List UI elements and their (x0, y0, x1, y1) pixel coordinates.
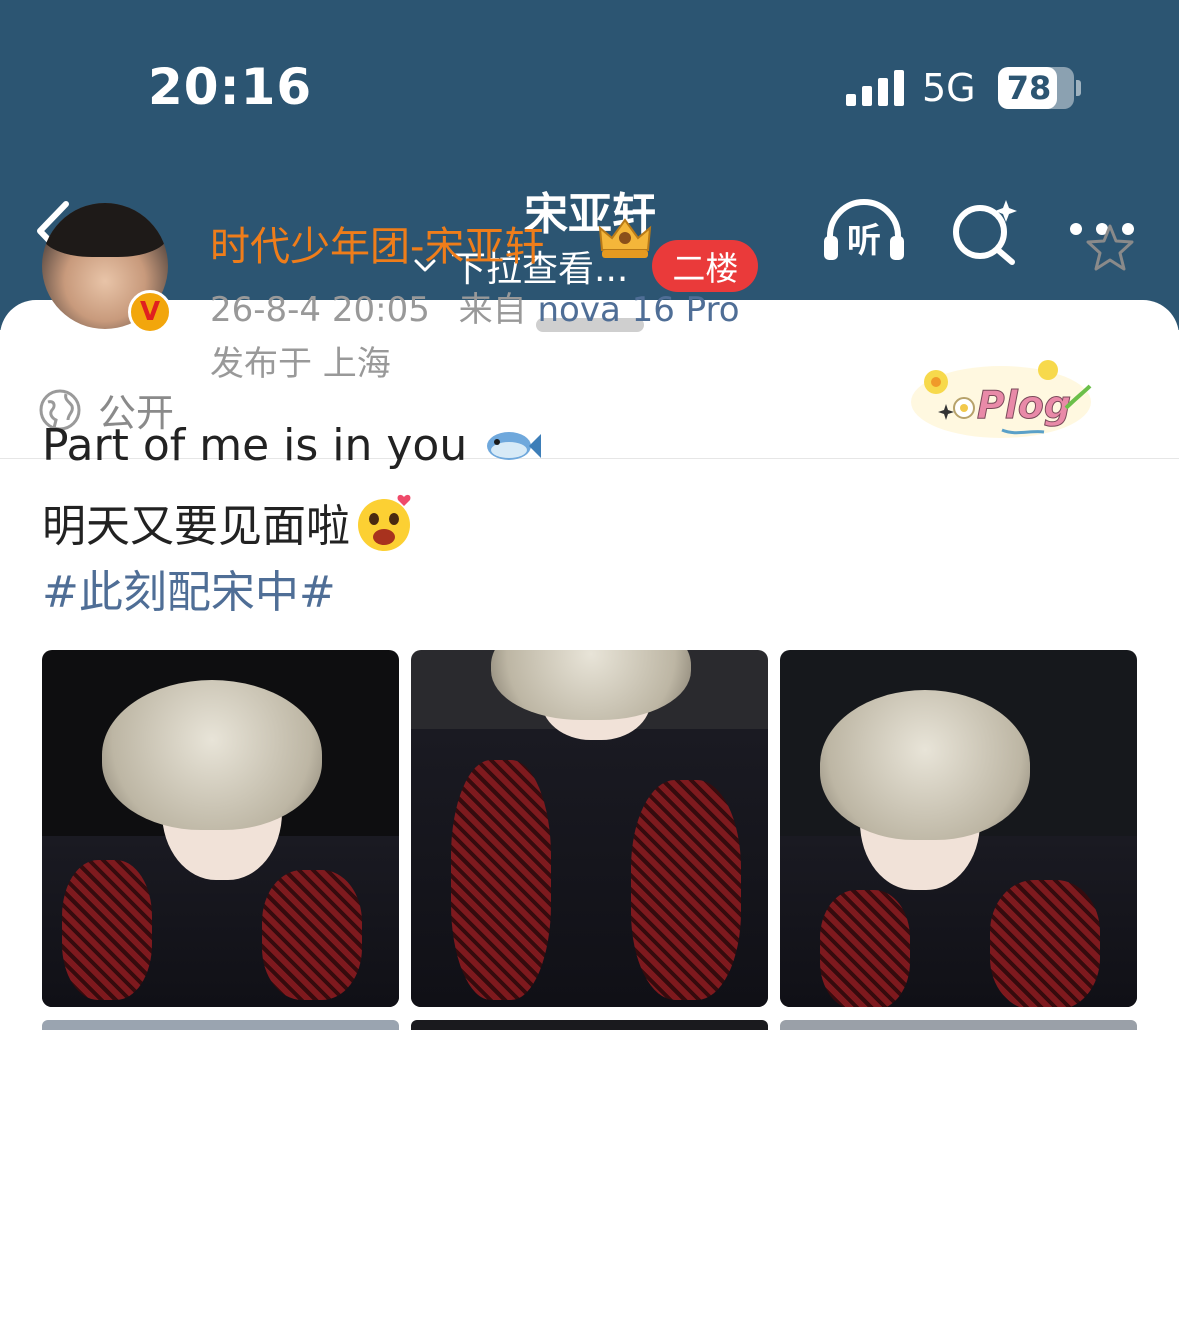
device-link[interactable]: nova 16 Pro (537, 290, 739, 330)
post-location: 发布于 上海 (210, 344, 391, 384)
search-icon[interactable] (950, 196, 1022, 266)
listen-label: 听 (847, 221, 881, 261)
status-time: 20:16 (148, 58, 313, 116)
post-photo-2[interactable] (411, 650, 768, 1007)
plog-label: Plog (977, 383, 1071, 427)
post-photo-5-edge[interactable] (411, 1020, 768, 1030)
battery-tip (1076, 80, 1081, 96)
source-prefix: 来自 (458, 290, 527, 330)
author-name[interactable]: 时代少年团-宋亚轩 (210, 214, 544, 272)
hashtag-link[interactable]: #此刻配宋中# (42, 556, 336, 620)
post-date: 26-8-4 20:05 (210, 290, 430, 330)
post-meta: 26-8-4 20:05 来自 nova 16 Pro (210, 282, 740, 331)
post-photo-6-edge[interactable] (780, 1020, 1137, 1030)
post-photo-1[interactable] (42, 650, 399, 1007)
smiley-heart-emoji-icon (358, 494, 411, 551)
top-header: 20:16 5G 78 宋亚轩 下拉查看... 二楼 听 (0, 0, 1179, 330)
fish-emoji-icon (487, 431, 542, 460)
signal-strength-icon (846, 70, 906, 106)
plog-sticker: Plog (911, 360, 1092, 438)
crown-icon (598, 218, 652, 258)
verified-badge: V (128, 290, 172, 334)
battery-level: 78 (1006, 69, 1052, 107)
favorite-star-icon[interactable] (1084, 222, 1136, 274)
post-photo-4-edge[interactable] (42, 1020, 399, 1030)
battery-icon: 78 (998, 67, 1074, 109)
post-text-chinese: 明天又要见面啦 (42, 501, 350, 552)
network-type: 5G (922, 66, 976, 110)
post-text-line-2: 明天又要见面啦 (42, 490, 416, 554)
post-photo-3[interactable] (780, 650, 1137, 1007)
listen-headphones-icon[interactable]: 听 (822, 196, 906, 266)
post-text-line-1: Part of me is in you (42, 420, 543, 471)
post-text-english: Part of me is in you (42, 420, 468, 471)
